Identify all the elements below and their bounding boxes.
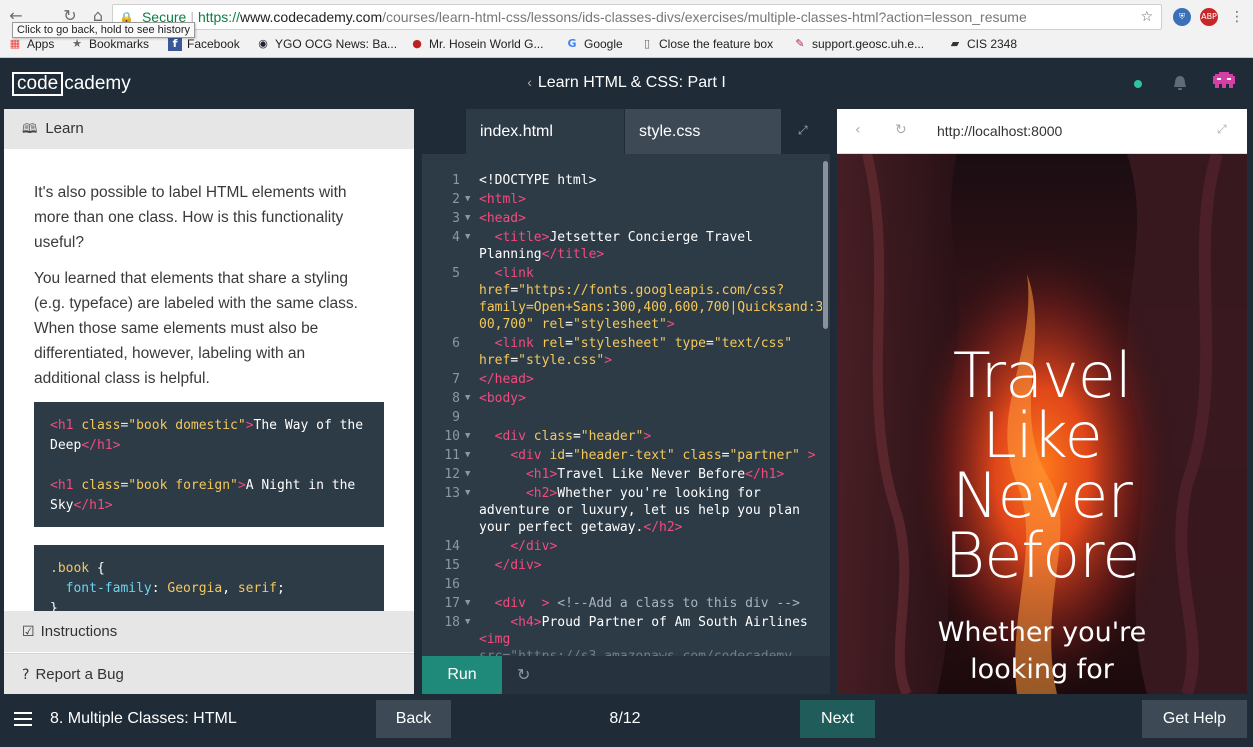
learn-paragraph-2: You learned that elements that share a s… (34, 270, 358, 387)
hero-subtitle: Whether you're looking for (937, 617, 1147, 685)
back-button[interactable]: Back (376, 700, 451, 738)
bookmark-hosein[interactable]: ● Mr. Hosein World G... (410, 37, 543, 51)
bookmark-star-icon[interactable]: ☆ (1140, 5, 1153, 29)
book-icon: ▰ (950, 37, 960, 50)
bookmark-cis[interactable]: ▰ CIS 2348 (948, 37, 1017, 51)
ygo-icon: ◉ (258, 37, 268, 50)
bookmark-ygo[interactable]: ◉ YGO OCG News: Ba... (256, 37, 397, 51)
google-icon: G (567, 37, 577, 50)
url-host: www.codecademy.com (239, 9, 383, 25)
apps-grid-icon: ▦ (9, 37, 21, 50)
notification-bell-icon[interactable] (1171, 74, 1189, 92)
url-path: /courses/learn-html-css/lessons/ids-clas… (382, 9, 1027, 25)
bookmark-apps[interactable]: ▦ Apps (8, 37, 55, 51)
preview-expand-icon[interactable]: ⤢ (1217, 122, 1227, 137)
bookmarks-bar: ▦ Apps ★ Bookmarks f Facebook ◉ YGO OCG News… (0, 36, 1253, 56)
bookmark-google[interactable]: G Google (565, 37, 622, 51)
menu-hamburger-icon[interactable] (14, 712, 32, 726)
star-icon: ★ (72, 37, 82, 50)
get-help-button[interactable]: Get Help (1142, 700, 1247, 738)
chevron-left-icon: ‹ (527, 74, 532, 90)
learn-content: It's also possible to label HTML element… (4, 149, 414, 611)
browser-chrome: ← ↻ ⌂ Click to go back, hold to see hist… (0, 0, 1253, 58)
report-bug-tab[interactable]: ? Report a Bug (4, 653, 414, 694)
preview-browser-bar: ‹ ↻ http://localhost:8000 ⤢ (837, 109, 1247, 154)
bookmark-feature-box[interactable]: ▯ Close the feature box (640, 37, 773, 51)
lesson-footer: 8. Multiple Classes: HTML Back 8/12 Next… (0, 694, 1253, 747)
editor-tabs: index.html style.css ⤢ (422, 109, 830, 154)
preview-refresh-icon[interactable]: ↻ (895, 122, 907, 138)
bookmark-facebook[interactable]: f Facebook (168, 37, 240, 51)
code-editor: index.html style.css ⤢ 1 <!DOCTYPE html> … (422, 109, 830, 694)
user-avatar-icon[interactable] (1213, 72, 1235, 94)
hero-title: Travel Like Never Before (944, 339, 1141, 592)
tab-index-html[interactable]: index.html (466, 109, 624, 154)
address-bar[interactable]: 🔒 Secure | https://www.codecademy.com/cours… (112, 4, 1162, 30)
editor-scrollbar[interactable] (823, 161, 828, 329)
expand-editor-icon[interactable]: ⤢ (798, 123, 808, 138)
checkbox-icon: ☑ (22, 624, 35, 640)
tab-style-css[interactable]: style.css (625, 109, 781, 154)
bookmark-support[interactable]: ✎ support.geosc.uh.e... (793, 37, 924, 51)
course-title[interactable]: ‹ Learn HTML & CSS: Part I (0, 74, 1253, 92)
menu-dots-icon[interactable]: ⋮ (1228, 8, 1246, 26)
css-code-example: .book { font-family: Georgia, serif; } (34, 545, 384, 611)
code-area[interactable]: 1 <!DOCTYPE html> 2 ▼ <html> 3 ▼ <head> 4 ▼ <t… (422, 172, 822, 656)
instructions-tab[interactable]: ☑ Instructions (4, 611, 414, 652)
lesson-progress: 8/12 (609, 710, 641, 727)
back-tooltip: Click to go back, hold to see history (12, 22, 196, 38)
online-status-dot (1134, 80, 1142, 88)
app-header: code cademy ‹ Learn HTML & CSS: Part I (0, 58, 1253, 109)
html-code-example: <h1 class="book domestic">The Way of the… (34, 402, 384, 527)
preview-back-icon[interactable]: ‹ (855, 122, 861, 138)
preview-pane: ‹ ↻ http://localhost:8000 ⤢ Travel Like … (837, 109, 1247, 694)
run-bar: Run ↻ (422, 656, 830, 694)
help-circle-icon: ? (22, 667, 30, 683)
run-button[interactable]: Run (422, 656, 502, 694)
learn-paragraph-1: It's also possible to label HTML element… (34, 184, 347, 251)
abp-extension-icon[interactable]: ABP (1200, 8, 1218, 26)
learn-panel: 🕮 Learn It's also possible to label HTML … (4, 109, 414, 694)
extension-icon[interactable]: ⛨ (1173, 8, 1191, 26)
facebook-icon: f (168, 37, 182, 51)
bookmark-bookmarks[interactable]: ★ Bookmarks (70, 37, 149, 51)
preview-content: Travel Like Never Before Whether you're … (837, 154, 1247, 694)
reset-icon[interactable]: ↻ (517, 665, 530, 684)
learn-tab[interactable]: 🕮 Learn (4, 109, 414, 149)
url-scheme: https:// (197, 9, 240, 25)
feather-icon: ✎ (795, 37, 805, 50)
open-book-icon: 🕮 (22, 122, 38, 137)
lesson-name: 8. Multiple Classes: HTML (50, 710, 237, 727)
page-icon: ▯ (643, 37, 651, 50)
preview-url[interactable]: http://localhost:8000 (937, 123, 1062, 139)
next-button[interactable]: Next (800, 700, 875, 738)
apple-icon: ● (412, 37, 422, 50)
